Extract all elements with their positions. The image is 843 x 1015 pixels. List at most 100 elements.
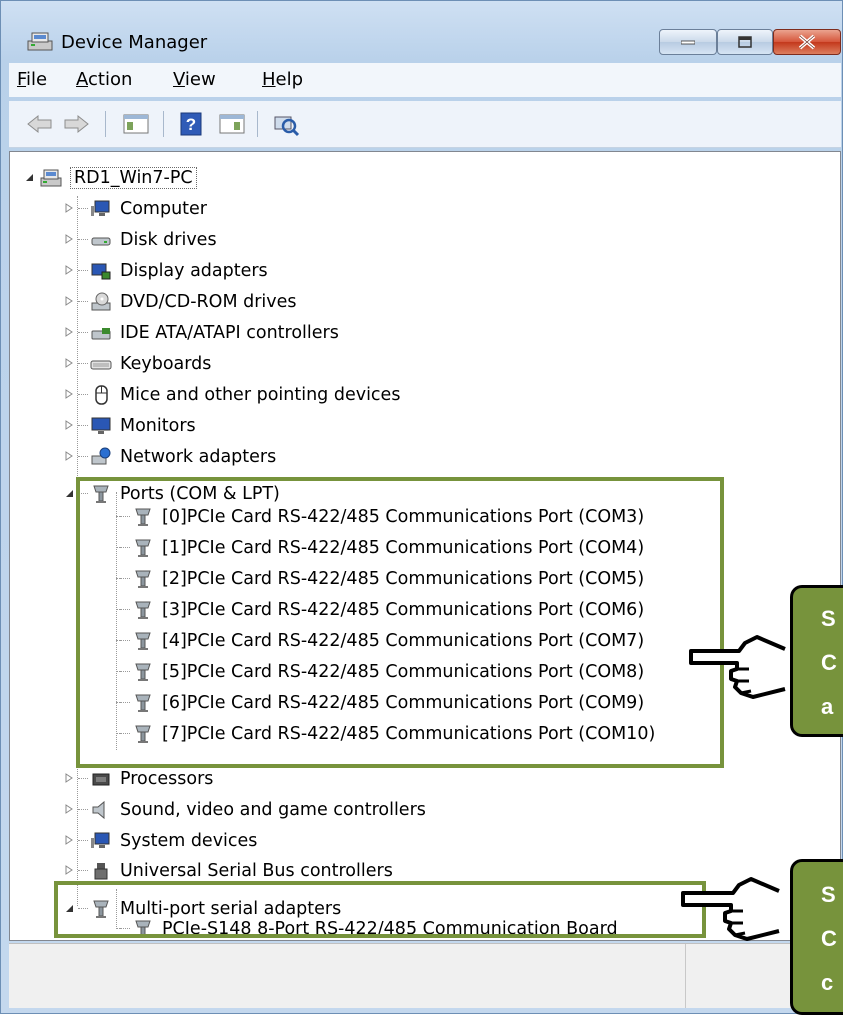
collapse-arrow-icon[interactable] bbox=[24, 172, 34, 182]
tree-item-label: Processors bbox=[120, 768, 214, 789]
expand-arrow-icon[interactable] bbox=[64, 420, 74, 430]
scan-hardware-icon[interactable] bbox=[271, 111, 301, 137]
maximize-button[interactable] bbox=[717, 29, 773, 55]
tree-category[interactable]: DVD/CD-ROM drives bbox=[90, 286, 297, 317]
expand-arrow-icon[interactable] bbox=[64, 327, 74, 337]
collapse-arrow-icon[interactable] bbox=[64, 488, 74, 498]
dvd-drive-icon bbox=[91, 292, 111, 310]
minimize-icon bbox=[681, 40, 695, 45]
show-hide-console-tree-icon[interactable] bbox=[121, 111, 151, 137]
tree-item-label: Universal Serial Bus controllers bbox=[120, 860, 393, 881]
tree-item-label: Monitors bbox=[120, 415, 196, 436]
help-icon[interactable]: ? bbox=[177, 111, 207, 137]
maximize-icon bbox=[738, 36, 752, 48]
expand-arrow-icon[interactable] bbox=[64, 835, 74, 845]
tree-item-label: System devices bbox=[120, 830, 258, 851]
expand-arrow-icon[interactable] bbox=[64, 773, 74, 783]
expand-arrow-icon[interactable] bbox=[64, 234, 74, 244]
tree-item-label: Network adapters bbox=[120, 446, 277, 467]
back-icon[interactable] bbox=[25, 111, 55, 137]
tree-item-label: Mice and other pointing devices bbox=[120, 384, 401, 405]
tree-connector bbox=[78, 301, 88, 302]
expand-arrow-icon[interactable] bbox=[64, 804, 74, 814]
expand-arrow-icon[interactable] bbox=[64, 296, 74, 306]
expand-arrow-icon[interactable] bbox=[64, 358, 74, 368]
tree-item-label: Display adapters bbox=[120, 260, 268, 281]
mouse-icon bbox=[95, 384, 108, 405]
tree-category[interactable]: System devices bbox=[90, 825, 257, 856]
sound-icon bbox=[92, 800, 105, 819]
tree-category[interactable]: Disk drives bbox=[90, 224, 217, 255]
device-manager-window: Device Manager File Action View Help ? R… bbox=[0, 0, 843, 1015]
toolbar-separator bbox=[257, 111, 258, 137]
device-manager-icon bbox=[27, 32, 53, 51]
expand-arrow-icon[interactable] bbox=[64, 265, 74, 275]
adapter-highlight-box bbox=[54, 881, 706, 938]
ide-controller-icon bbox=[91, 327, 111, 339]
window-title: Device Manager bbox=[61, 32, 208, 53]
minimize-button[interactable] bbox=[659, 29, 717, 55]
tree-category[interactable]: Network adapters bbox=[90, 441, 276, 472]
tree-connector bbox=[78, 840, 88, 841]
tree-connector bbox=[78, 778, 88, 779]
pointing-hand-icon bbox=[681, 877, 780, 941]
menu-file[interactable]: File bbox=[17, 69, 47, 90]
menu-bar: File Action View Help bbox=[9, 63, 841, 97]
tree-connector bbox=[78, 363, 88, 364]
expand-arrow-icon[interactable] bbox=[64, 451, 74, 461]
tree-category[interactable]: Computer bbox=[90, 193, 207, 224]
processor-icon bbox=[92, 773, 110, 785]
callout-text: a bbox=[821, 694, 834, 719]
status-divider bbox=[685, 944, 686, 1008]
close-button[interactable] bbox=[773, 29, 841, 55]
callout-text: S bbox=[821, 606, 836, 631]
tree-connector bbox=[78, 332, 88, 333]
toolbar-separator bbox=[163, 111, 164, 137]
menu-help[interactable]: Help bbox=[262, 69, 303, 90]
forward-icon[interactable] bbox=[61, 111, 91, 137]
tree-item-label: DVD/CD-ROM drives bbox=[120, 291, 297, 312]
menu-view[interactable]: View bbox=[173, 69, 216, 90]
toolbar-separator bbox=[105, 111, 106, 137]
tree-connector bbox=[78, 208, 88, 209]
status-bar bbox=[9, 943, 841, 1008]
tree-category[interactable]: Sound, video and game controllers bbox=[90, 794, 426, 825]
tree-connector bbox=[78, 394, 88, 395]
tree-connector bbox=[78, 456, 88, 457]
expand-arrow-icon[interactable] bbox=[64, 389, 74, 399]
keyboard-icon bbox=[90, 360, 112, 369]
tree-category[interactable]: Mice and other pointing devices bbox=[90, 379, 400, 410]
tree-item-label: Keyboards bbox=[120, 353, 212, 374]
display-adapter-icon bbox=[91, 263, 111, 279]
ports-callout: S C a bbox=[790, 585, 843, 737]
pointing-hand-icon bbox=[689, 635, 786, 699]
menu-action[interactable]: Action bbox=[76, 69, 132, 90]
adapter-callout: S C c bbox=[790, 859, 843, 1015]
tree-item-label: IDE ATA/ATAPI controllers bbox=[120, 322, 339, 343]
toolbar: ? bbox=[9, 101, 841, 148]
tree-item-label: Sound, video and game controllers bbox=[120, 799, 426, 820]
tree-connector bbox=[78, 809, 88, 810]
callout-text: c bbox=[821, 970, 834, 995]
expand-arrow-icon[interactable] bbox=[64, 203, 74, 213]
tree-item-label: Disk drives bbox=[120, 229, 217, 250]
tree-connector bbox=[78, 239, 88, 240]
tree-category[interactable]: Keyboards bbox=[90, 348, 211, 379]
disk-drive-icon bbox=[91, 237, 111, 245]
callout-text: S bbox=[821, 882, 836, 907]
monitor-icon bbox=[91, 417, 111, 434]
properties-icon[interactable] bbox=[217, 111, 247, 137]
device-tree: RD1_Win7-PC Computer Disk drives Display a… bbox=[9, 151, 841, 941]
expand-arrow-icon[interactable] bbox=[64, 865, 74, 875]
tree-connector bbox=[78, 270, 88, 271]
tree-connector bbox=[78, 870, 88, 871]
tree-category[interactable]: Monitors bbox=[90, 410, 196, 441]
network-adapter-icon bbox=[91, 447, 111, 464]
ports-highlight-box bbox=[76, 477, 724, 768]
tree-category[interactable]: IDE ATA/ATAPI controllers bbox=[90, 317, 339, 348]
tree-category[interactable]: Display adapters bbox=[90, 255, 268, 286]
usb-icon bbox=[94, 862, 108, 879]
computer-root-icon bbox=[40, 169, 62, 186]
title-bar[interactable]: Device Manager bbox=[1, 1, 843, 59]
tree-root[interactable]: RD1_Win7-PC bbox=[40, 162, 197, 193]
